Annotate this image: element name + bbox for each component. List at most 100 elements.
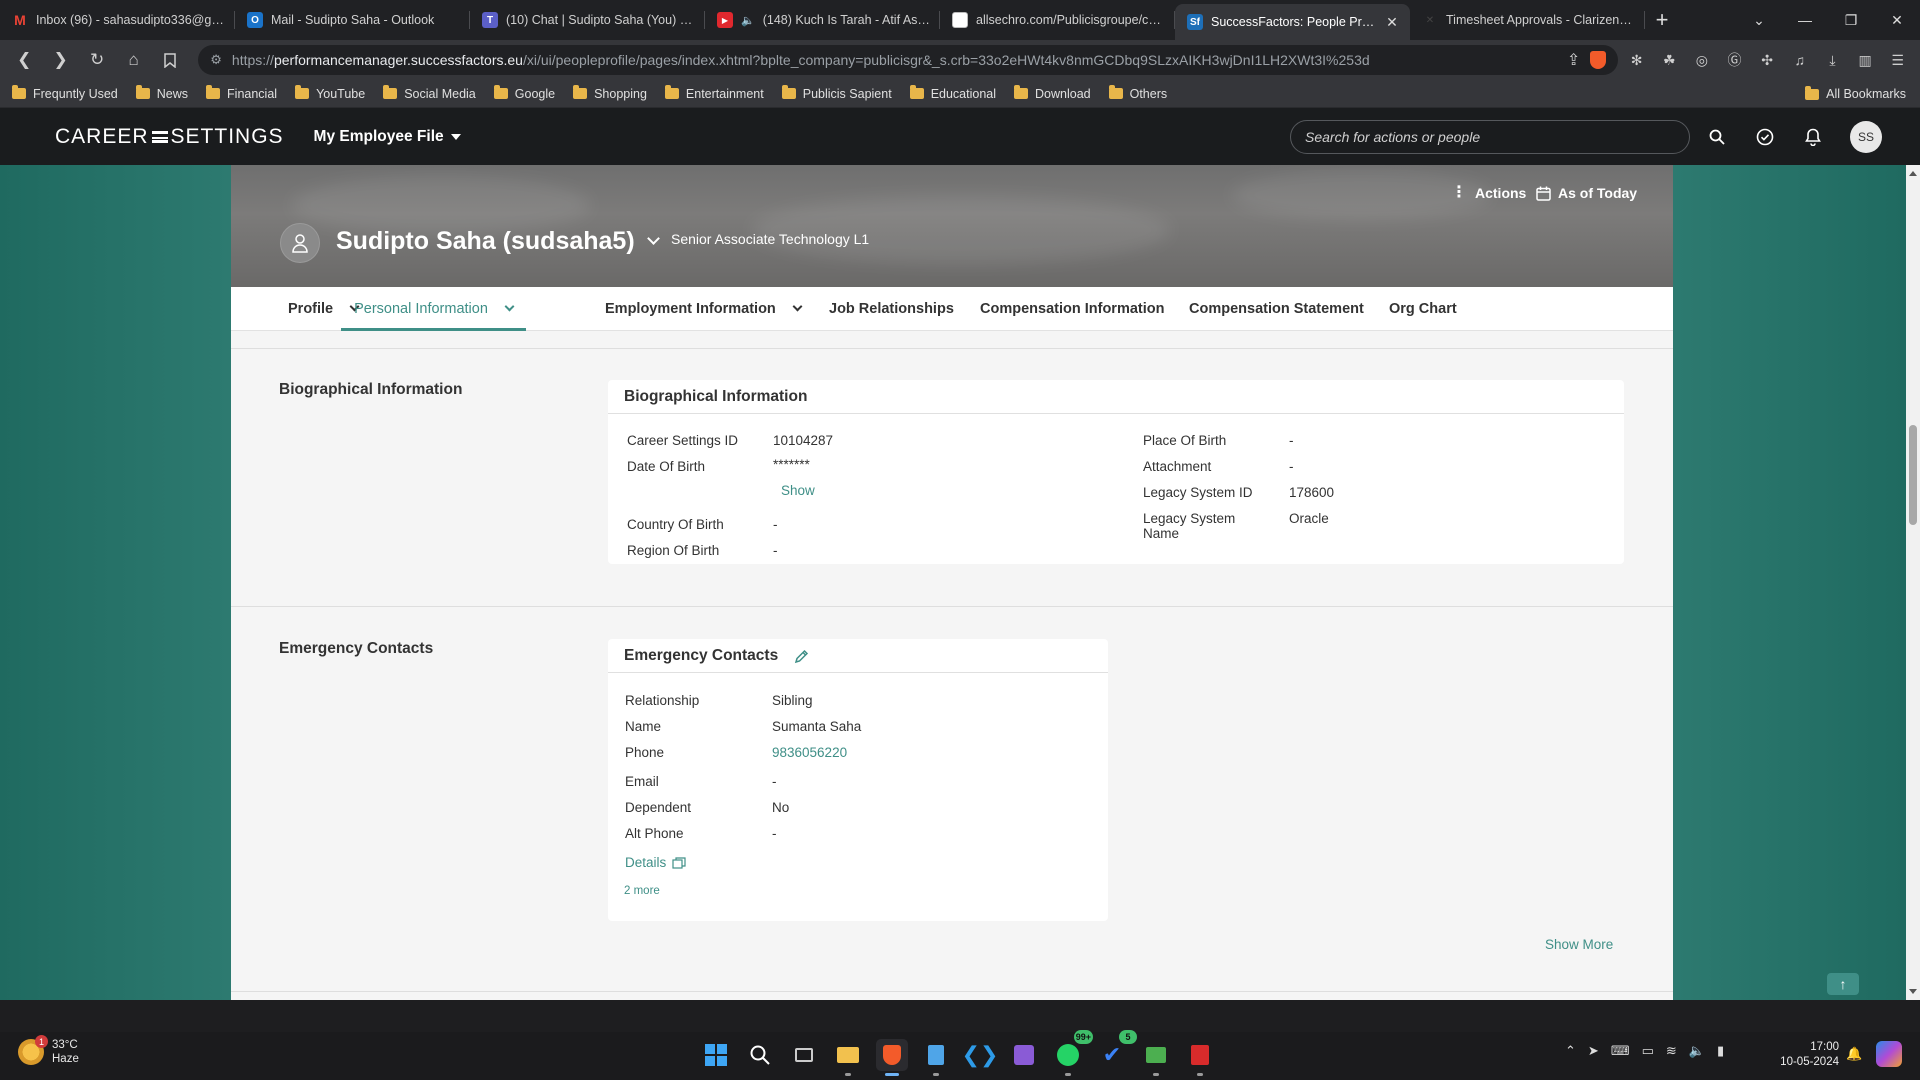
restore-button[interactable]: ❐ <box>1828 0 1874 40</box>
search-input[interactable] <box>1305 129 1675 145</box>
browser-tab-4[interactable]: ▶ 🔈 (148) Kuch Is Tarah - Atif Aslam | <box>705 0 940 40</box>
minimize-button[interactable]: — <box>1782 0 1828 40</box>
bookmark-folder[interactable]: Educational <box>909 85 996 101</box>
bookmark-folder[interactable]: Social Media <box>383 85 476 101</box>
scroll-down-icon[interactable] <box>1909 989 1917 994</box>
file-explorer-icon[interactable] <box>832 1039 864 1076</box>
menu-icon[interactable]: ☰ <box>1883 45 1912 75</box>
tab-job-relationships[interactable]: Job Relationships <box>829 287 954 331</box>
all-bookmarks[interactable]: All Bookmarks <box>1805 80 1906 108</box>
tab-search-icon[interactable]: ⌄ <box>1736 0 1782 40</box>
show-more-link[interactable]: Show More <box>1545 937 1613 952</box>
emergency-section-label: Emergency Contacts <box>279 640 434 657</box>
bookmark-folder[interactable]: Download <box>1014 85 1091 101</box>
page-scrollbar[interactable] <box>1906 165 1920 1000</box>
wifi-icon[interactable]: ≋ <box>1666 1043 1677 1059</box>
tab-compensation-information[interactable]: Compensation Information <box>980 287 1164 331</box>
browser-tab-7[interactable]: ✕ Timesheet Approvals - Clarizen.com <box>1410 0 1645 40</box>
search-box[interactable] <box>1290 120 1690 154</box>
task-view-icon[interactable] <box>788 1039 820 1071</box>
tab-org-chart[interactable]: Org Chart <box>1389 287 1457 331</box>
home-icon[interactable]: ⌂ <box>117 44 149 76</box>
extension-2-icon[interactable]: ☘ <box>1655 45 1684 75</box>
notifications-bell-icon[interactable] <box>1796 120 1830 154</box>
vscode-icon[interactable]: ❮❯ <box>962 1039 999 1071</box>
todo-check-icon[interactable] <box>1748 120 1782 154</box>
browser-tab-1[interactable]: M Inbox (96) - sahasudipto336@gmail <box>0 0 235 40</box>
back-to-top-button[interactable]: ↑ <box>1827 973 1859 995</box>
site-info-icon[interactable]: ⚙ <box>210 52 222 68</box>
biographical-section-label: Biographical Information <box>279 381 463 398</box>
volume-icon[interactable]: 🔈 <box>1689 1043 1705 1059</box>
copilot-icon[interactable] <box>1876 1041 1902 1067</box>
as-of-today-button[interactable]: As of Today <box>1536 185 1637 201</box>
search-icon[interactable] <box>1700 120 1734 154</box>
bookmark-folder[interactable]: Financial <box>206 85 277 101</box>
audio-playing-icon[interactable]: 🔈 <box>741 14 755 27</box>
keyboard-icon[interactable]: ⌨ <box>1611 1043 1630 1059</box>
share-icon[interactable]: ⇪ <box>1567 50 1580 70</box>
location-icon[interactable]: ➤ <box>1588 1043 1599 1059</box>
two-more-link[interactable]: 2 more <box>624 885 660 897</box>
browser-tab-2[interactable]: O Mail - Sudipto Saha - Outlook <box>235 0 470 40</box>
windows-start-icon[interactable] <box>700 1039 732 1071</box>
bookmark-folder[interactable]: Shopping <box>573 85 647 101</box>
remote-desktop-icon[interactable] <box>1140 1039 1172 1076</box>
bookmark-folder[interactable]: Publicis Sapient <box>781 85 892 101</box>
edit-pencil-icon[interactable] <box>794 649 809 664</box>
bookmark-folder[interactable]: Google <box>493 85 555 101</box>
employee-name[interactable]: Sudipto Saha (sudsaha5) <box>336 227 660 256</box>
tab-compensation-statement[interactable]: Compensation Statement <box>1189 287 1364 331</box>
whatsapp-icon[interactable]: 99+ <box>1052 1030 1093 1076</box>
show-dob-link[interactable]: Show <box>781 483 815 498</box>
media-icon[interactable]: ♫ <box>1785 45 1814 75</box>
my-employee-file-menu[interactable]: My Employee File <box>314 128 461 146</box>
acrobat-icon[interactable] <box>1184 1039 1216 1076</box>
grammarly-icon[interactable]: Ⓖ <box>1720 45 1749 75</box>
notepad-icon[interactable] <box>920 1039 952 1076</box>
back-icon[interactable]: ❮ <box>8 44 40 76</box>
bookmark-folder[interactable]: Frequntly Used <box>12 85 118 101</box>
extension-3-icon[interactable]: ◎ <box>1688 45 1717 75</box>
close-window-button[interactable]: ✕ <box>1874 0 1920 40</box>
bookmark-icon[interactable] <box>154 44 186 76</box>
chevron-down-icon[interactable] <box>646 232 660 245</box>
close-tab-icon[interactable]: ✕ <box>1384 14 1400 31</box>
actions-menu[interactable]: ⋮ Actions <box>1451 185 1526 202</box>
display-icon[interactable]: ▭ <box>1642 1043 1654 1059</box>
details-link[interactable]: Details <box>625 855 686 870</box>
region-of-birth-value: - <box>773 543 778 558</box>
bookmark-folder[interactable]: Others <box>1108 85 1167 101</box>
extensions-puzzle-icon[interactable]: ✣ <box>1753 45 1782 75</box>
bookmark-folder[interactable]: News <box>135 85 188 101</box>
phone-link[interactable]: 9836056220 <box>772 745 847 760</box>
notification-bell-icon[interactable]: 🔔 <box>1846 1046 1862 1062</box>
downloads-icon[interactable]: ⤓ <box>1818 45 1847 75</box>
bookmark-folder[interactable]: YouTube <box>295 85 365 101</box>
sidebar-icon[interactable]: ▥ <box>1851 45 1880 75</box>
scroll-up-icon[interactable] <box>1909 171 1917 176</box>
browser-tab-6[interactable]: Sf SuccessFactors: People Profile ✕ <box>1175 4 1410 40</box>
browser-tab-3[interactable]: T (10) Chat | Sudipto Saha (You) | Micr <box>470 0 705 40</box>
company-logo[interactable]: CAREER SETTINGS <box>55 125 284 149</box>
battery-icon[interactable]: ▮ <box>1717 1043 1724 1059</box>
search-icon[interactable] <box>744 1039 776 1071</box>
reload-icon[interactable]: ↻ <box>81 44 113 76</box>
tab-employment-information[interactable]: Employment Information <box>605 287 803 331</box>
scrollbar-thumb[interactable] <box>1909 425 1917 525</box>
forward-icon[interactable]: ❯ <box>44 44 76 76</box>
weather-widget[interactable]: 1 33°C Haze <box>18 1035 79 1066</box>
todo-icon[interactable]: ✔ 5 <box>1096 1030 1137 1071</box>
user-avatar[interactable]: SS <box>1850 121 1882 153</box>
new-tab-button[interactable]: + <box>1645 0 1679 40</box>
visual-studio-icon[interactable] <box>1008 1039 1040 1071</box>
brave-browser-icon[interactable] <box>876 1039 908 1076</box>
extension-1-icon[interactable]: ✻ <box>1622 45 1651 75</box>
bookmark-folder[interactable]: Entertainment <box>664 85 764 101</box>
brave-shield-icon[interactable] <box>1590 51 1607 69</box>
url-field[interactable]: ⚙ https://performancemanager.successfact… <box>198 45 1619 75</box>
taskbar-clock[interactable]: 17:00 10-05-2024 <box>1773 1040 1839 1070</box>
show-hidden-icons-icon[interactable]: ⌃ <box>1565 1043 1576 1059</box>
tab-personal-information[interactable]: Personal Information <box>341 287 526 331</box>
browser-tab-5[interactable]: allsechro.com/Publicisgroupe/comm <box>940 0 1175 40</box>
